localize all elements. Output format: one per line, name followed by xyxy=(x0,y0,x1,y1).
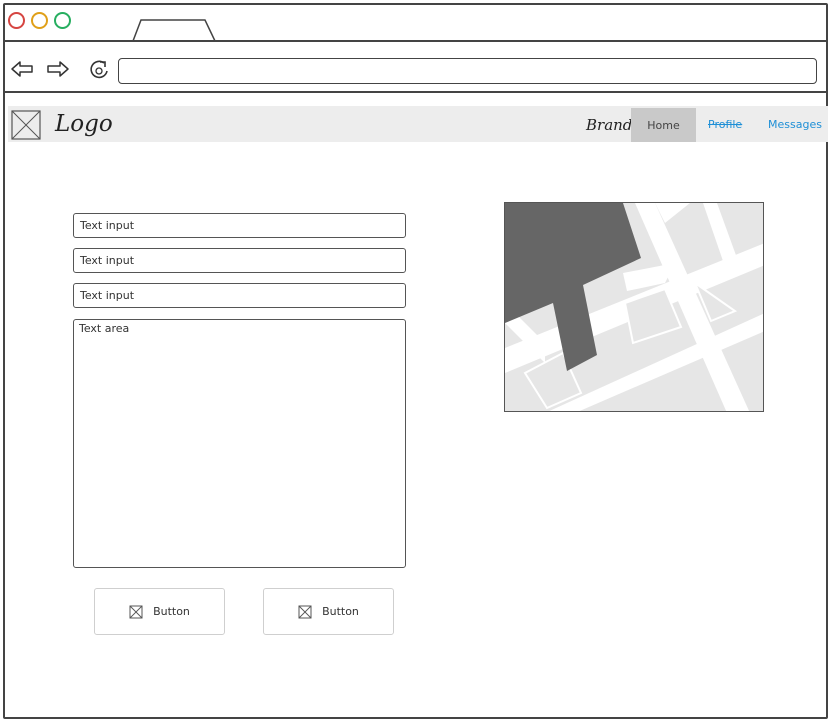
close-window-button[interactable] xyxy=(8,12,25,29)
maximize-window-button[interactable] xyxy=(54,12,71,29)
reload-icon[interactable] xyxy=(88,58,112,80)
button-label: Button xyxy=(153,605,190,618)
nav-messages[interactable]: Messages xyxy=(768,118,822,131)
button-2[interactable]: Button xyxy=(263,588,394,635)
minimize-window-button[interactable] xyxy=(31,12,48,29)
button-label: Button xyxy=(322,605,359,618)
logo-text: Logo xyxy=(55,111,113,137)
address-bar[interactable] xyxy=(118,58,817,84)
image-placeholder-icon xyxy=(129,605,143,618)
site-header xyxy=(8,106,828,142)
text-input-1[interactable]: Text input xyxy=(73,213,406,238)
image-placeholder-icon xyxy=(298,605,312,618)
brand-label: Brand xyxy=(586,116,633,134)
text-input-3[interactable]: Text input xyxy=(73,283,406,308)
button-1[interactable]: Button xyxy=(94,588,225,635)
text-input-2[interactable]: Text input xyxy=(73,248,406,273)
map-graphic xyxy=(505,203,763,411)
map-widget[interactable] xyxy=(504,202,764,412)
forward-arrow-icon[interactable] xyxy=(46,58,70,80)
back-arrow-icon[interactable] xyxy=(10,58,34,80)
text-area[interactable]: Text area xyxy=(73,319,406,568)
nav-home[interactable]: Home xyxy=(631,108,696,142)
logo-image-placeholder-icon xyxy=(11,110,41,140)
browser-tab[interactable] xyxy=(131,19,217,41)
nav-profile[interactable]: Profile xyxy=(708,118,742,131)
